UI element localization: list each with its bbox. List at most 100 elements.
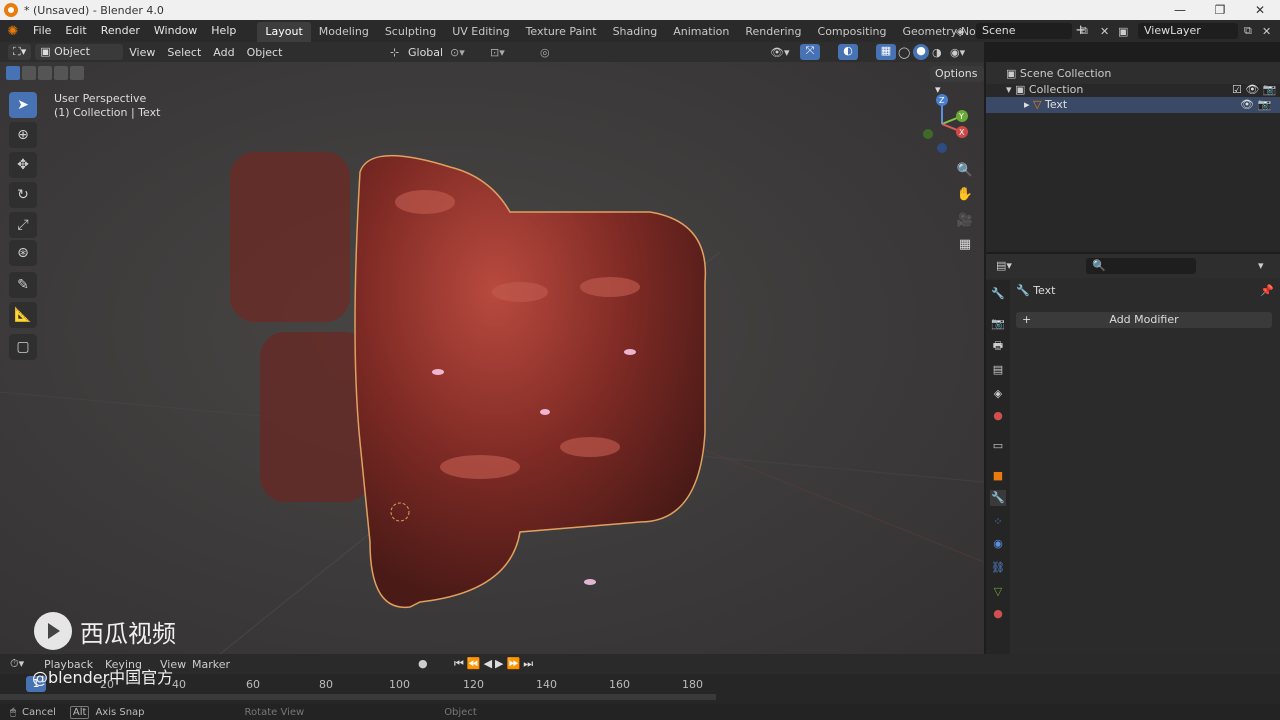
view-layer-icon[interactable]: ▣ [1118, 25, 1128, 38]
world-tab-icon[interactable]: ● [990, 408, 1006, 424]
remove-scene-icon[interactable]: ✕ [1100, 25, 1109, 38]
workspace-tab-texture-paint[interactable]: Texture Paint [518, 22, 605, 42]
viewport-menu-view[interactable]: View [123, 46, 161, 59]
menu-help[interactable]: Help [204, 20, 243, 42]
select-box-tool[interactable]: ➤ [9, 92, 37, 118]
orthographic-grid-icon[interactable]: ▦ [954, 234, 976, 256]
transform-orientation[interactable]: Global [402, 46, 449, 59]
scene-name-field[interactable]: Scene [976, 23, 1072, 39]
shading-wireframe-icon[interactable]: ◯ [898, 46, 910, 59]
status-rotate-view: Rotate View [244, 706, 305, 718]
output-tab-icon[interactable]: 🖶 [990, 338, 1006, 354]
workspace-tab-animation[interactable]: Animation [665, 22, 737, 42]
modifier-tab-icon[interactable]: 🔧 [990, 490, 1006, 506]
gizmo-toggle-icon[interactable]: ⤧ [800, 44, 820, 60]
pin-icon[interactable]: 📌 [1260, 284, 1274, 297]
select-extend-icon[interactable] [22, 66, 36, 80]
viewport-menu-object[interactable]: Object [241, 46, 289, 59]
remove-view-layer-icon[interactable]: ✕ [1262, 25, 1271, 38]
menu-window[interactable]: Window [147, 20, 204, 42]
collection-checkbox-icon[interactable]: ☑ 👁 📷 [1232, 83, 1277, 96]
text-object-icon: ▽ [1033, 98, 1042, 111]
shading-rendered-icon[interactable]: ◉▾ [950, 46, 965, 59]
blender-menu-icon[interactable]: ✺ [0, 24, 26, 39]
new-scene-icon[interactable]: ⧉ [1080, 24, 1088, 38]
scale-tool[interactable]: ⤢ [9, 212, 37, 238]
new-view-layer-icon[interactable]: ⧉ [1244, 24, 1252, 38]
view-layer-tab-icon[interactable]: ▤ [990, 362, 1006, 378]
data-tab-icon[interactable]: ▽ [990, 584, 1006, 600]
workspace-tab-compositing[interactable]: Compositing [810, 22, 895, 42]
select-intersect-icon[interactable] [70, 66, 84, 80]
scene-tab-icon[interactable]: ◈ [990, 386, 1006, 402]
maximize-icon[interactable]: ❐ [1200, 0, 1240, 20]
pivot-icon[interactable]: ⊙▾ [450, 46, 465, 59]
shading-solid-icon[interactable]: ● [913, 44, 929, 60]
workspace-tab-uv-editing[interactable]: UV Editing [444, 22, 517, 42]
view-layer-field[interactable]: ViewLayer [1138, 23, 1238, 39]
snap-icon[interactable]: ⊡▾ [490, 46, 505, 59]
proportional-edit-icon[interactable]: ◎ [540, 46, 550, 59]
editor-type-icon[interactable]: ⛶▾ [8, 44, 32, 60]
constraints-tab-icon[interactable]: ⛓ [990, 560, 1006, 576]
zoom-icon[interactable]: 🔍 [954, 160, 976, 182]
select-subtract-icon[interactable] [38, 66, 52, 80]
render-tab-icon[interactable]: 📷 [990, 316, 1006, 332]
scene-icon[interactable]: ◈ [956, 25, 964, 38]
viewport-menu-add[interactable]: Add [207, 46, 240, 59]
playback-controls[interactable]: ⏮⏪◀▶⏩⏭ [454, 657, 536, 671]
add-modifier-button[interactable]: + Add Modifier [1016, 312, 1272, 328]
measure-tool[interactable]: 📐 [9, 302, 37, 328]
transform-tool[interactable]: ⊛ [9, 240, 37, 266]
options-label: Options [935, 67, 978, 80]
cursor-tool[interactable]: ⊕ [9, 122, 37, 148]
select-new-icon[interactable] [6, 66, 20, 80]
outliner-item-text[interactable]: ▸ ▽ Text 👁 📷 [986, 97, 1280, 113]
record-icon[interactable]: ● [418, 657, 428, 670]
viewport-options-button[interactable]: Options ▾ [930, 66, 984, 96]
properties-search-field[interactable]: 🔍 [1086, 258, 1196, 274]
outliner-root[interactable]: ▣ Scene Collection [1006, 67, 1111, 80]
workspace-tab-modeling[interactable]: Modeling [311, 22, 377, 42]
workspace-tab-sculpting[interactable]: Sculpting [377, 22, 444, 42]
minimize-icon[interactable]: — [1160, 0, 1200, 20]
viewport-menu-select[interactable]: Select [161, 46, 207, 59]
annotate-tool[interactable]: ✎ [9, 272, 37, 298]
move-tool[interactable]: ✥ [9, 152, 37, 178]
rotate-tool[interactable]: ↻ [9, 182, 37, 208]
tool-tab-icon[interactable]: 🔧 [990, 286, 1006, 302]
timeline-editor-icon[interactable]: ⏱▾ [10, 657, 24, 671]
view-collection-label: (1) Collection | Text [54, 106, 161, 119]
text-visibility-icon[interactable]: 👁 📷 [1240, 98, 1271, 111]
collection-tab-icon[interactable]: ▭ [990, 438, 1006, 454]
workspace-tab-rendering[interactable]: Rendering [737, 22, 809, 42]
orientation-icon[interactable]: ⊹ [390, 46, 399, 59]
particles-tab-icon[interactable]: ⁘ [990, 514, 1006, 530]
add-cube-tool[interactable]: ▢ [9, 334, 37, 360]
properties-editor-icon[interactable]: ▤▾ [996, 259, 1012, 272]
timeline-menu-marker[interactable]: Marker [192, 658, 230, 671]
visibility-icon[interactable]: 👁▾ [770, 46, 790, 59]
close-icon[interactable]: ✕ [1240, 0, 1280, 20]
camera-view-icon[interactable]: 🎥 [954, 210, 976, 232]
xray-toggle-icon[interactable]: ▦ [876, 44, 896, 60]
menu-edit[interactable]: Edit [58, 20, 93, 42]
menu-render[interactable]: Render [94, 20, 147, 42]
timeline-scrollbar[interactable] [0, 694, 716, 700]
status-object: Object [444, 706, 477, 718]
material-tab-icon[interactable]: ● [990, 606, 1006, 622]
pan-hand-icon[interactable]: ✋ [954, 184, 976, 206]
overlay-toggle-icon[interactable]: ◐ [838, 44, 858, 60]
text-object-mesh[interactable] [220, 142, 720, 622]
3d-viewport[interactable]: User Perspective (1) Collection | Text ➤… [0, 62, 984, 654]
menu-file[interactable]: File [26, 20, 58, 42]
workspace-tab-layout[interactable]: Layout [257, 22, 311, 42]
mode-selector[interactable]: ▣ Object Mode ▾ [35, 44, 124, 74]
object-tab-icon[interactable]: ■ [990, 468, 1006, 484]
navigation-gizmo[interactable]: Z Y X [912, 92, 974, 156]
select-invert-icon[interactable] [54, 66, 68, 80]
shading-material-icon[interactable]: ◑ [932, 46, 942, 59]
properties-options-icon[interactable]: ▾ [1258, 259, 1264, 272]
physics-tab-icon[interactable]: ◉ [990, 536, 1006, 552]
workspace-tab-shading[interactable]: Shading [605, 22, 666, 42]
